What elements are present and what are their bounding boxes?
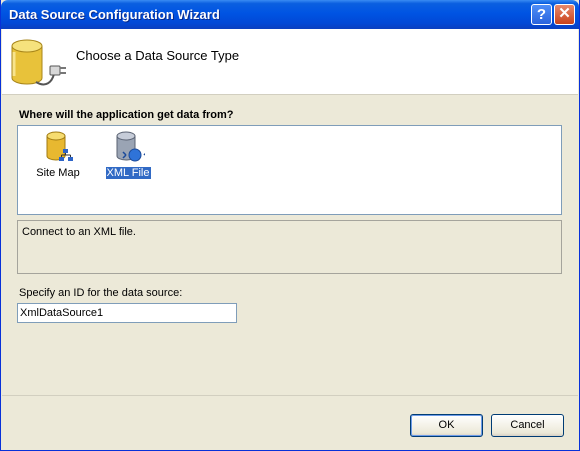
window-title: Data Source Configuration Wizard <box>9 7 220 22</box>
close-button[interactable]: ✕ <box>554 4 575 25</box>
list-item-site-map[interactable]: Site Map <box>28 130 88 179</box>
wizard-window: Data Source Configuration Wizard ? ✕ Cho… <box>0 0 580 451</box>
page-title: Choose a Data Source Type <box>76 48 240 63</box>
question-mark-icon: ? <box>536 6 547 23</box>
wizard-header: Choose a Data Source Type <box>2 29 578 95</box>
source-question-label: Where will the application get data from… <box>19 109 234 121</box>
site-map-label: Site Map <box>36 167 80 179</box>
close-icon: ✕ <box>558 5 571 22</box>
data-source-id-input[interactable] <box>17 303 237 323</box>
data-source-type-list[interactable]: Site Map XML File <box>17 125 562 215</box>
sitemap-database-icon <box>46 131 73 161</box>
cancel-button[interactable]: Cancel <box>491 414 564 437</box>
database-plug-icon <box>11 39 66 86</box>
title-bar[interactable]: Data Source Configuration Wizard ? ✕ <box>1 0 579 29</box>
help-button[interactable]: ? <box>531 4 552 25</box>
source-description: Connect to an XML file. <box>17 220 562 274</box>
list-item-xml-file[interactable]: XML File <box>98 130 158 180</box>
footer-divider <box>2 395 578 396</box>
ok-button[interactable]: OK <box>410 414 483 437</box>
id-field-label: Specify an ID for the data source: <box>19 287 183 299</box>
xml-file-label: XML File <box>104 166 152 180</box>
xml-database-icon <box>116 131 145 162</box>
